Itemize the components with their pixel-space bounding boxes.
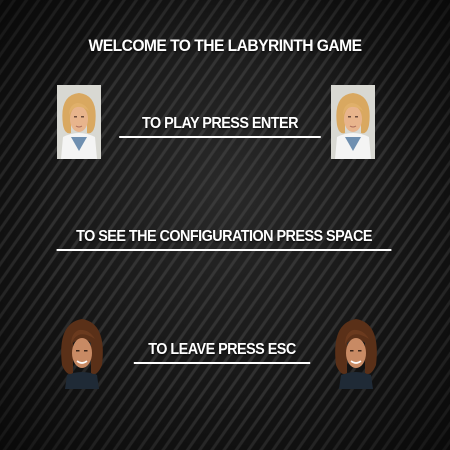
blonde-portrait-icon <box>57 85 101 159</box>
brown-haired-portrait-icon <box>61 319 103 389</box>
game-title: WELCOME TO THE LABYRINTH GAME <box>88 36 362 55</box>
leave-option[interactable]: TO LEAVE PRESS ESC <box>133 341 311 364</box>
configuration-option[interactable]: TO SEE THE CONFIGURATION PRESS SPACE <box>56 228 392 251</box>
brown-haired-portrait-icon <box>335 319 377 389</box>
blonde-portrait-icon <box>331 85 375 159</box>
play-option[interactable]: TO PLAY PRESS ENTER <box>119 115 321 138</box>
